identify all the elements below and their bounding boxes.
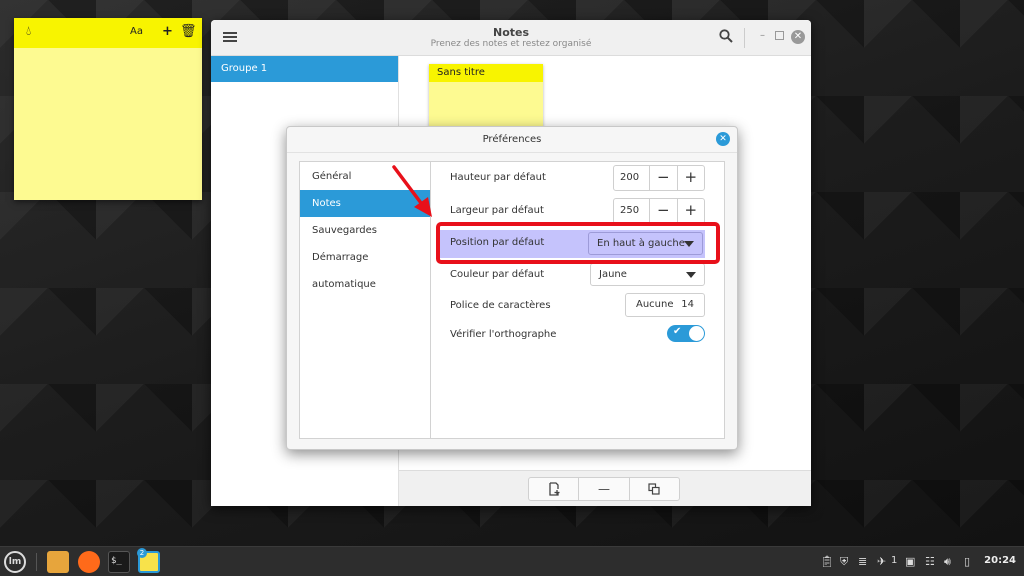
color-label: Couleur par défaut xyxy=(450,269,545,280)
firefox-app-icon[interactable] xyxy=(78,551,100,573)
duplicate-note-button[interactable] xyxy=(630,478,679,500)
notes-header-bar: Notes Prenez des notes et restez organis… xyxy=(211,20,811,56)
dialog-close-button[interactable]: ✕ xyxy=(716,132,730,146)
header-separator xyxy=(744,28,745,48)
duplicate-icon xyxy=(648,483,660,495)
search-icon[interactable] xyxy=(719,29,733,43)
color-row: Couleur par défaut Jaune xyxy=(431,262,724,290)
width-spinner: 250 − + xyxy=(613,198,705,224)
preferences-content: Hauteur par défaut 200 − + Largeur par d… xyxy=(431,162,724,438)
maximize-button[interactable] xyxy=(775,31,784,40)
annotation-highlight-box xyxy=(436,222,720,264)
notes-bottom-toolbar: — xyxy=(399,470,811,506)
battery-tray-icon[interactable]: ▯ xyxy=(964,555,970,568)
remove-note-button[interactable]: — xyxy=(579,478,630,500)
notifications-tray-icon[interactable]: ✈ xyxy=(877,555,886,568)
trash-icon[interactable]: 🗑︎ xyxy=(180,25,197,39)
width-label: Largeur par défaut xyxy=(450,205,544,216)
color-value: Jaune xyxy=(599,269,627,280)
height-spinner: 200 − + xyxy=(613,165,705,191)
font-size-icon[interactable]: Aa xyxy=(130,25,143,39)
chevron-down-icon xyxy=(686,272,696,278)
width-value[interactable]: 250 xyxy=(614,199,650,223)
files-app-icon[interactable] xyxy=(47,551,69,573)
terminal-app-icon[interactable]: $_ xyxy=(108,551,130,573)
taskbar: lm $_ 2 📋︎ ⛨ ≣ ✈ 1 ▣ ☷ 🔊︎ ▯ 20:24 xyxy=(0,546,1024,576)
preferences-body: Général Notes Sauvegardes Démarrage auto… xyxy=(299,161,725,439)
keyboard-tray-icon[interactable]: ▣ xyxy=(905,555,915,568)
font-size: 14 xyxy=(681,299,694,310)
taskbar-separator xyxy=(36,553,37,571)
height-label: Hauteur par défaut xyxy=(450,172,546,183)
font-chooser-button[interactable]: Aucune 14 xyxy=(625,293,705,317)
font-row: Police de caractères Aucune 14 xyxy=(431,293,724,321)
close-window-button[interactable]: ✕ xyxy=(791,30,805,44)
height-row: Hauteur par défaut 200 − + xyxy=(431,165,724,193)
height-decrease-button[interactable]: − xyxy=(650,166,678,190)
plus-icon[interactable]: + xyxy=(162,25,173,39)
note-card[interactable]: Sans titre xyxy=(429,64,543,134)
color-dropdown[interactable]: Jaune xyxy=(590,263,705,286)
spellcheck-row: Vérifier l'orthographe ✔ xyxy=(431,322,724,350)
annotation-arrow-icon xyxy=(392,165,432,217)
minimize-button[interactable]: – xyxy=(760,30,765,41)
notes-window-count-badge: 2 xyxy=(137,548,147,558)
drop-icon[interactable]: 💧︎ xyxy=(26,25,31,39)
network-tray-icon[interactable]: ☷ xyxy=(925,555,935,568)
note-actions-group: — xyxy=(528,477,680,501)
mint-menu-button[interactable]: lm xyxy=(4,551,26,573)
width-decrease-button[interactable]: − xyxy=(650,199,678,223)
check-icon: ✔ xyxy=(673,326,682,337)
new-note-icon xyxy=(549,482,560,496)
new-note-button[interactable] xyxy=(529,478,580,500)
preferences-dialog: Préférences ✕ Général Notes Sauvegardes … xyxy=(286,126,738,450)
height-increase-button[interactable]: + xyxy=(678,166,705,190)
sticky-note-toolbar: 💧︎ Aa + 🗑︎ xyxy=(14,18,202,48)
spellcheck-toggle[interactable]: ✔ xyxy=(667,325,705,342)
dialog-title: Préférences xyxy=(287,127,737,153)
notes-tray-icon[interactable]: ≣ xyxy=(858,555,867,568)
toggle-knob xyxy=(689,326,704,341)
shield-tray-icon[interactable]: ⛨ xyxy=(840,555,848,569)
nav-item-backups[interactable]: Sauvegardes xyxy=(300,217,430,244)
desktop-sticky-note[interactable]: 💧︎ Aa + 🗑︎ xyxy=(14,18,202,200)
font-label: Police de caractères xyxy=(450,300,551,311)
volume-tray-icon[interactable]: 🔊︎ xyxy=(944,555,951,569)
sidebar-item-group-1[interactable]: Groupe 1 xyxy=(211,56,398,82)
nav-item-autostart[interactable]: Démarrage automatique xyxy=(300,244,430,290)
width-increase-button[interactable]: + xyxy=(678,199,705,223)
clipboard-tray-icon[interactable]: 📋︎ xyxy=(820,555,834,568)
height-value[interactable]: 200 xyxy=(614,166,650,190)
taskbar-clock[interactable]: 20:24 xyxy=(984,555,1016,566)
note-card-title: Sans titre xyxy=(429,64,543,82)
font-name: Aucune xyxy=(636,299,674,310)
spellcheck-label: Vérifier l'orthographe xyxy=(450,329,557,340)
notifications-count: 1 xyxy=(891,555,898,566)
